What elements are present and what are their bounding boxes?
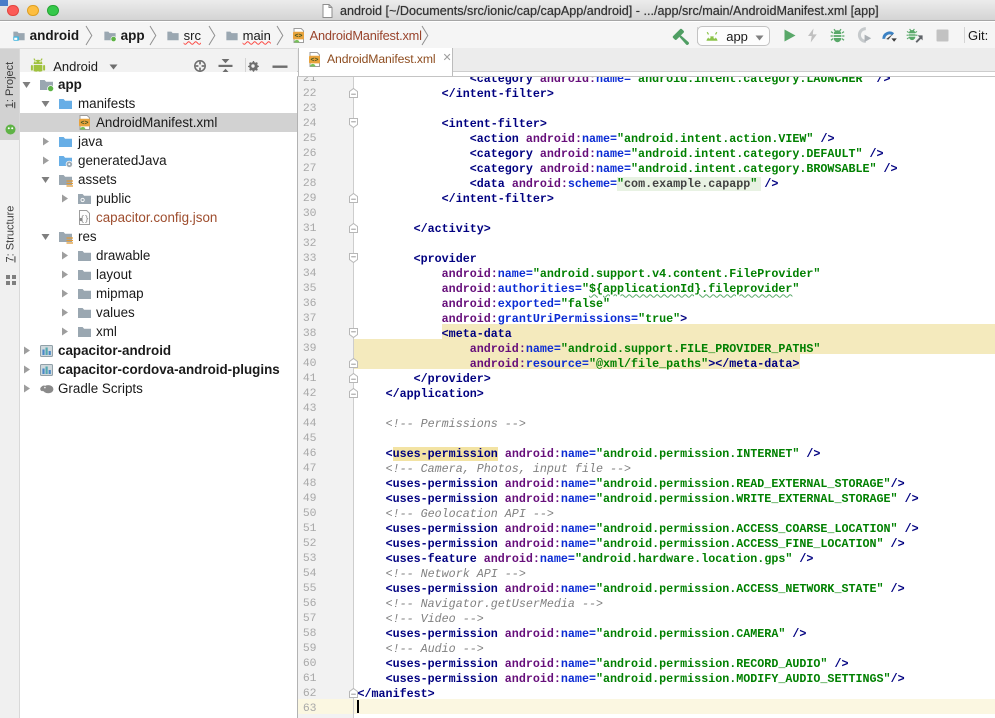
- svg-text:<>: <>: [295, 32, 303, 39]
- svg-text:<>: <>: [81, 120, 89, 127]
- svg-text:<>: <>: [311, 57, 319, 64]
